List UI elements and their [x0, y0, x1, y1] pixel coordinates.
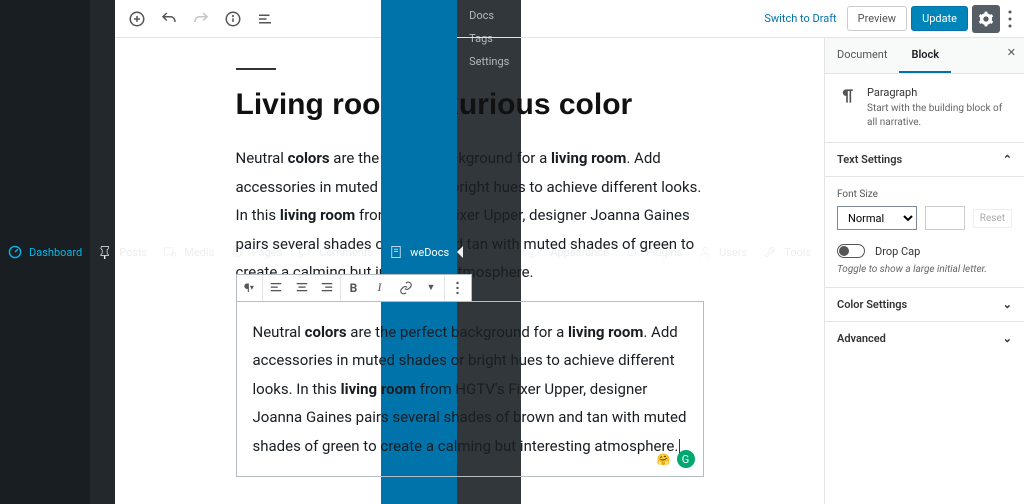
grammarly-icon[interactable]: G: [677, 450, 695, 468]
align-left-button[interactable]: [263, 275, 289, 301]
chevron-up-icon: ⌃: [1003, 153, 1012, 166]
admin-sidebar: Dashboard Posts Media Pages Comments weD…: [0, 0, 115, 504]
font-size-reset[interactable]: Reset: [973, 209, 1012, 228]
block-name: Paragraph: [867, 86, 1012, 99]
editor-canvas[interactable]: Living room luxurious color Neutral colo…: [115, 38, 824, 504]
info-button[interactable]: [219, 5, 247, 33]
tab-block[interactable]: Block: [899, 38, 951, 73]
paragraph-block[interactable]: Neutral colors are the perfect backgroun…: [236, 144, 704, 287]
font-size-input[interactable]: [925, 206, 965, 230]
tab-document[interactable]: Document: [825, 38, 899, 73]
preview-button[interactable]: Preview: [847, 6, 907, 31]
drop-cap-hint: Toggle to show a large initial letter.: [837, 264, 1012, 275]
selected-paragraph-block[interactable]: ¶▾ B I ▼ Neutral colors are the perfect …: [236, 301, 704, 478]
settings-sidebar: Document Block ✕ Paragraph Start with th…: [824, 38, 1024, 504]
dashboard-icon: [8, 245, 22, 259]
text-settings-header[interactable]: Text Settings ⌃: [825, 143, 1024, 177]
close-sidebar-button[interactable]: ✕: [1007, 46, 1016, 59]
sidebar-item-label: weDocs: [410, 246, 449, 259]
outline-button[interactable]: [251, 5, 279, 33]
paragraph-icon: [837, 86, 857, 106]
sidebar-tabs: Document Block ✕: [825, 38, 1024, 74]
add-block-button[interactable]: [123, 5, 151, 33]
pin-icon: [98, 245, 112, 259]
undo-button[interactable]: [155, 5, 183, 33]
link-button[interactable]: [393, 275, 419, 301]
italic-button[interactable]: I: [367, 275, 393, 301]
redo-button[interactable]: [187, 5, 215, 33]
drop-cap-toggle[interactable]: [837, 244, 865, 258]
block-desc: Start with the building block of all nar…: [867, 102, 1012, 130]
main: Switch to Draft Preview Update Living ro…: [115, 0, 1024, 504]
block-description: Paragraph Start with the building block …: [825, 74, 1024, 143]
sidebar-item-label: Dashboard: [29, 246, 82, 259]
block-type-button[interactable]: ¶▾: [237, 275, 263, 301]
color-settings-header[interactable]: Color Settings ⌄: [825, 288, 1024, 322]
block-toolbar: ¶▾ B I ▼: [236, 274, 472, 302]
bold-button[interactable]: B: [341, 275, 367, 301]
block-more-button[interactable]: [445, 275, 471, 301]
sidebar-item-dashboard[interactable]: Dashboard: [0, 0, 90, 504]
post-title[interactable]: Living room luxurious color: [236, 88, 704, 122]
drop-cap-label: Drop Cap: [875, 245, 920, 258]
separator-block[interactable]: [236, 68, 276, 70]
workspace: Living room luxurious color Neutral colo…: [115, 38, 1024, 504]
emoji-indicator: 🤗: [655, 450, 673, 468]
advanced-header[interactable]: Advanced ⌄: [825, 322, 1024, 355]
font-size-label: Font Size: [837, 189, 1012, 200]
doc-icon: [389, 245, 403, 259]
switch-to-draft-link[interactable]: Switch to Draft: [758, 8, 842, 29]
editor-topbar: Switch to Draft Preview Update: [115, 0, 1024, 38]
align-right-button[interactable]: [315, 275, 341, 301]
font-size-select[interactable]: Normal: [837, 206, 917, 230]
more-menu-button[interactable]: [1004, 10, 1016, 28]
settings-toggle-button[interactable]: [972, 5, 1000, 33]
more-formatting-button[interactable]: ▼: [419, 275, 445, 301]
text-settings-panel: Font Size Normal Reset Drop Cap Toggle t…: [825, 177, 1024, 288]
update-button[interactable]: Update: [911, 6, 968, 31]
align-center-button[interactable]: [289, 275, 315, 301]
chevron-down-icon: ⌄: [1003, 298, 1012, 311]
chevron-down-icon: ⌄: [1003, 332, 1012, 345]
